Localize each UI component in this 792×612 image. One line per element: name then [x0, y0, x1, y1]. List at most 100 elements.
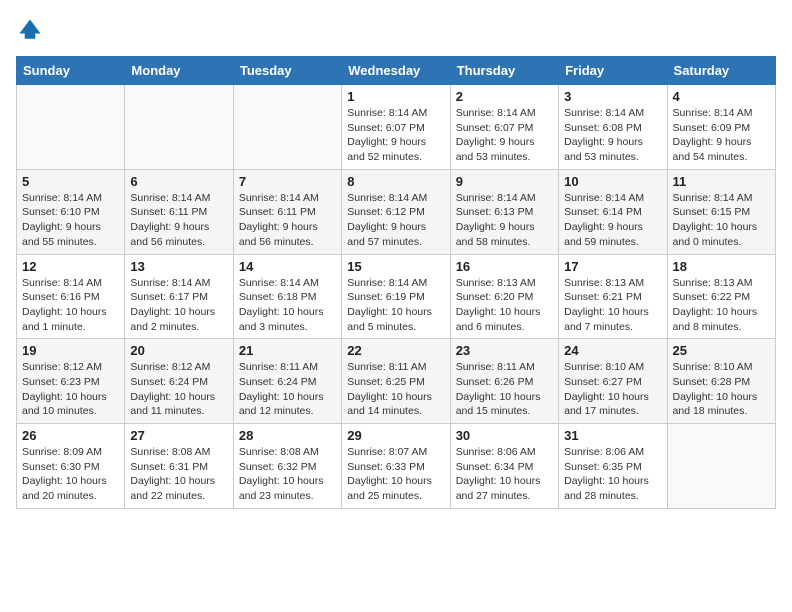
calendar-cell: 5 Sunrise: 8:14 AM Sunset: 6:10 PM Daylig…	[17, 169, 125, 254]
calendar-cell: 31 Sunrise: 8:06 AM Sunset: 6:35 PM Dayli…	[559, 424, 667, 509]
calendar-week-row: 5 Sunrise: 8:14 AM Sunset: 6:10 PM Daylig…	[17, 169, 776, 254]
day-info: Sunrise: 8:14 AM Sunset: 6:16 PM Dayligh…	[22, 276, 119, 335]
day-info: Sunrise: 8:14 AM Sunset: 6:15 PM Dayligh…	[673, 191, 770, 250]
calendar-cell: 13 Sunrise: 8:14 AM Sunset: 6:17 PM Dayli…	[125, 254, 233, 339]
day-info: Sunrise: 8:14 AM Sunset: 6:14 PM Dayligh…	[564, 191, 661, 250]
calendar-week-row: 19 Sunrise: 8:12 AM Sunset: 6:23 PM Dayli…	[17, 339, 776, 424]
day-number: 4	[673, 89, 770, 104]
day-number: 12	[22, 259, 119, 274]
day-info: Sunrise: 8:08 AM Sunset: 6:31 PM Dayligh…	[130, 445, 227, 504]
day-of-week-header: Monday	[125, 57, 233, 85]
day-of-week-header: Tuesday	[233, 57, 341, 85]
day-number: 10	[564, 174, 661, 189]
calendar-cell: 1Sunrise: 8:14 AM Sunset: 6:07 PM Daylig…	[342, 85, 450, 170]
day-number: 18	[673, 259, 770, 274]
day-number: 15	[347, 259, 444, 274]
calendar-cell: 9Sunrise: 8:14 AM Sunset: 6:13 PM Daylig…	[450, 169, 558, 254]
calendar-cell: 8 Sunrise: 8:14 AM Sunset: 6:12 PM Daylig…	[342, 169, 450, 254]
day-number: 2	[456, 89, 553, 104]
calendar-cell: 24 Sunrise: 8:10 AM Sunset: 6:27 PM Dayli…	[559, 339, 667, 424]
day-number: 29	[347, 428, 444, 443]
day-info: Sunrise: 8:14 AM Sunset: 6:07 PM Dayligh…	[347, 106, 444, 165]
calendar-table: SundayMondayTuesdayWednesdayThursdayFrid…	[16, 56, 776, 509]
logo-icon	[16, 16, 44, 44]
calendar-cell: 20 Sunrise: 8:12 AM Sunset: 6:24 PM Dayli…	[125, 339, 233, 424]
day-number: 3	[564, 89, 661, 104]
day-info: Sunrise: 8:14 AM Sunset: 6:11 PM Dayligh…	[239, 191, 336, 250]
day-number: 22	[347, 343, 444, 358]
logo	[16, 16, 48, 44]
calendar-cell: 17 Sunrise: 8:13 AM Sunset: 6:21 PM Dayli…	[559, 254, 667, 339]
calendar-cell: 7 Sunrise: 8:14 AM Sunset: 6:11 PM Daylig…	[233, 169, 341, 254]
day-number: 17	[564, 259, 661, 274]
calendar-cell	[17, 85, 125, 170]
day-number: 16	[456, 259, 553, 274]
day-info: Sunrise: 8:12 AM Sunset: 6:24 PM Dayligh…	[130, 360, 227, 419]
calendar-cell: 30 Sunrise: 8:06 AM Sunset: 6:34 PM Dayli…	[450, 424, 558, 509]
day-of-week-header: Saturday	[667, 57, 775, 85]
day-number: 13	[130, 259, 227, 274]
calendar-cell: 27Sunrise: 8:08 AM Sunset: 6:31 PM Dayli…	[125, 424, 233, 509]
calendar-cell: 6 Sunrise: 8:14 AM Sunset: 6:11 PM Daylig…	[125, 169, 233, 254]
day-info: Sunrise: 8:14 AM Sunset: 6:11 PM Dayligh…	[130, 191, 227, 250]
day-info: Sunrise: 8:14 AM Sunset: 6:17 PM Dayligh…	[130, 276, 227, 335]
calendar-cell: 16 Sunrise: 8:13 AM Sunset: 6:20 PM Dayli…	[450, 254, 558, 339]
day-number: 26	[22, 428, 119, 443]
day-number: 28	[239, 428, 336, 443]
day-number: 6	[130, 174, 227, 189]
day-number: 20	[130, 343, 227, 358]
day-info: Sunrise: 8:14 AM Sunset: 6:09 PM Dayligh…	[673, 106, 770, 165]
day-info: Sunrise: 8:13 AM Sunset: 6:20 PM Dayligh…	[456, 276, 553, 335]
day-info: Sunrise: 8:11 AM Sunset: 6:24 PM Dayligh…	[239, 360, 336, 419]
calendar-cell: 15 Sunrise: 8:14 AM Sunset: 6:19 PM Dayli…	[342, 254, 450, 339]
day-info: Sunrise: 8:09 AM Sunset: 6:30 PM Dayligh…	[22, 445, 119, 504]
calendar-cell: 28 Sunrise: 8:08 AM Sunset: 6:32 PM Dayli…	[233, 424, 341, 509]
day-info: Sunrise: 8:10 AM Sunset: 6:27 PM Dayligh…	[564, 360, 661, 419]
calendar-cell	[125, 85, 233, 170]
day-number: 31	[564, 428, 661, 443]
day-of-week-header: Friday	[559, 57, 667, 85]
calendar-cell: 14 Sunrise: 8:14 AM Sunset: 6:18 PM Dayli…	[233, 254, 341, 339]
day-info: Sunrise: 8:06 AM Sunset: 6:35 PM Dayligh…	[564, 445, 661, 504]
calendar-header-row: SundayMondayTuesdayWednesdayThursdayFrid…	[17, 57, 776, 85]
day-number: 30	[456, 428, 553, 443]
calendar-cell: 21Sunrise: 8:11 AM Sunset: 6:24 PM Dayli…	[233, 339, 341, 424]
calendar-week-row: 12 Sunrise: 8:14 AM Sunset: 6:16 PM Dayli…	[17, 254, 776, 339]
day-info: Sunrise: 8:13 AM Sunset: 6:21 PM Dayligh…	[564, 276, 661, 335]
calendar-cell	[667, 424, 775, 509]
day-info: Sunrise: 8:14 AM Sunset: 6:10 PM Dayligh…	[22, 191, 119, 250]
day-info: Sunrise: 8:08 AM Sunset: 6:32 PM Dayligh…	[239, 445, 336, 504]
day-info: Sunrise: 8:14 AM Sunset: 6:07 PM Dayligh…	[456, 106, 553, 165]
day-info: Sunrise: 8:12 AM Sunset: 6:23 PM Dayligh…	[22, 360, 119, 419]
calendar-cell: 23Sunrise: 8:11 AM Sunset: 6:26 PM Dayli…	[450, 339, 558, 424]
day-number: 7	[239, 174, 336, 189]
calendar-cell	[233, 85, 341, 170]
calendar-cell: 18 Sunrise: 8:13 AM Sunset: 6:22 PM Dayli…	[667, 254, 775, 339]
day-number: 24	[564, 343, 661, 358]
day-info: Sunrise: 8:10 AM Sunset: 6:28 PM Dayligh…	[673, 360, 770, 419]
calendar-week-row: 26 Sunrise: 8:09 AM Sunset: 6:30 PM Dayli…	[17, 424, 776, 509]
day-info: Sunrise: 8:14 AM Sunset: 6:12 PM Dayligh…	[347, 191, 444, 250]
day-info: Sunrise: 8:06 AM Sunset: 6:34 PM Dayligh…	[456, 445, 553, 504]
calendar-cell: 25 Sunrise: 8:10 AM Sunset: 6:28 PM Dayli…	[667, 339, 775, 424]
calendar-cell: 11Sunrise: 8:14 AM Sunset: 6:15 PM Dayli…	[667, 169, 775, 254]
day-info: Sunrise: 8:14 AM Sunset: 6:19 PM Dayligh…	[347, 276, 444, 335]
calendar-cell: 19 Sunrise: 8:12 AM Sunset: 6:23 PM Dayli…	[17, 339, 125, 424]
day-of-week-header: Sunday	[17, 57, 125, 85]
day-of-week-header: Wednesday	[342, 57, 450, 85]
day-info: Sunrise: 8:14 AM Sunset: 6:13 PM Dayligh…	[456, 191, 553, 250]
calendar-week-row: 1Sunrise: 8:14 AM Sunset: 6:07 PM Daylig…	[17, 85, 776, 170]
day-info: Sunrise: 8:13 AM Sunset: 6:22 PM Dayligh…	[673, 276, 770, 335]
day-number: 25	[673, 343, 770, 358]
day-number: 14	[239, 259, 336, 274]
day-number: 19	[22, 343, 119, 358]
calendar-cell: 4 Sunrise: 8:14 AM Sunset: 6:09 PM Daylig…	[667, 85, 775, 170]
calendar-cell: 12 Sunrise: 8:14 AM Sunset: 6:16 PM Dayli…	[17, 254, 125, 339]
day-info: Sunrise: 8:14 AM Sunset: 6:18 PM Dayligh…	[239, 276, 336, 335]
day-number: 8	[347, 174, 444, 189]
day-of-week-header: Thursday	[450, 57, 558, 85]
calendar-cell: 3Sunrise: 8:14 AM Sunset: 6:08 PM Daylig…	[559, 85, 667, 170]
day-info: Sunrise: 8:07 AM Sunset: 6:33 PM Dayligh…	[347, 445, 444, 504]
calendar-cell: 2 Sunrise: 8:14 AM Sunset: 6:07 PM Daylig…	[450, 85, 558, 170]
day-number: 5	[22, 174, 119, 189]
